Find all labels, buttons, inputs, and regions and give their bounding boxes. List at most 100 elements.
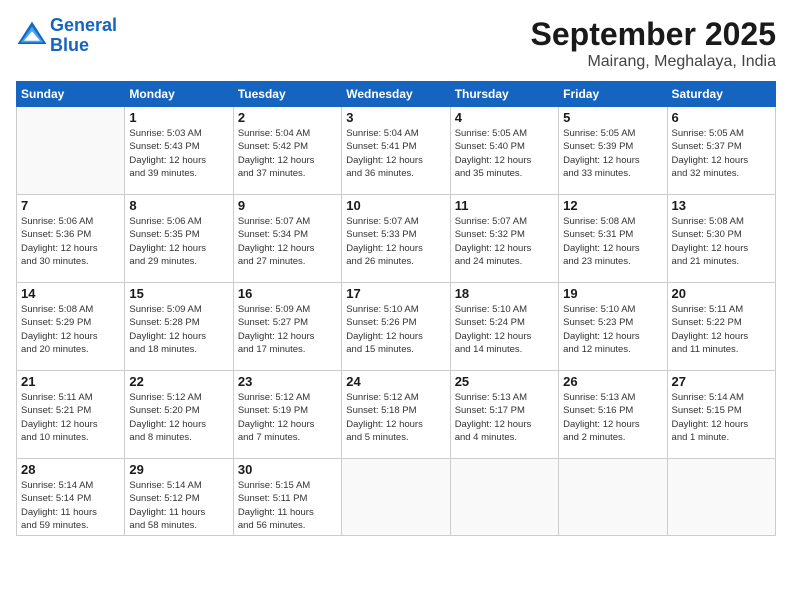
logo-line2: Blue — [50, 35, 89, 55]
day-number: 7 — [21, 198, 120, 213]
month-title: September 2025 — [531, 16, 776, 53]
calendar-week-5: 28 Sunrise: 5:14 AM Sunset: 5:14 PM Dayli… — [17, 459, 776, 536]
calendar-cell: 23Sunrise: 5:12 AM Sunset: 5:19 PM Dayli… — [233, 371, 341, 459]
day-info: Sunrise: 5:11 AM Sunset: 5:22 PM Dayligh… — [672, 303, 771, 356]
weekday-header-friday: Friday — [559, 82, 667, 107]
logo-line1: General — [50, 15, 117, 35]
calendar-table: SundayMondayTuesdayWednesdayThursdayFrid… — [16, 81, 776, 536]
day-number: 11 — [455, 198, 554, 213]
calendar-week-2: 7 Sunrise: 5:06 AM Sunset: 5:36 PM Daylig… — [17, 195, 776, 283]
day-info: Sunrise: 5:10 AM Sunset: 5:24 PM Dayligh… — [455, 303, 554, 356]
day-info: Sunrise: 5:09 AM Sunset: 5:27 PM Dayligh… — [238, 303, 337, 356]
day-number: 24 — [346, 374, 445, 389]
day-info: Sunrise: 5:05 AM Sunset: 5:40 PM Dayligh… — [455, 127, 554, 180]
calendar-body: 1Sunrise: 5:03 AM Sunset: 5:43 PM Daylig… — [17, 107, 776, 536]
calendar-cell: 6 Sunrise: 5:05 AM Sunset: 5:37 PM Daylig… — [667, 107, 775, 195]
calendar-cell: 27Sunrise: 5:14 AM Sunset: 5:15 PM Dayli… — [667, 371, 775, 459]
day-info: Sunrise: 5:12 AM Sunset: 5:20 PM Dayligh… — [129, 391, 228, 444]
weekday-header-thursday: Thursday — [450, 82, 558, 107]
calendar-cell: 17 Sunrise: 5:10 AM Sunset: 5:26 PM Dayli… — [342, 283, 450, 371]
day-info: Sunrise: 5:12 AM Sunset: 5:18 PM Dayligh… — [346, 391, 445, 444]
calendar-cell: 20 Sunrise: 5:11 AM Sunset: 5:22 PM Dayli… — [667, 283, 775, 371]
day-info: Sunrise: 5:04 AM Sunset: 5:42 PM Dayligh… — [238, 127, 337, 180]
day-number: 17 — [346, 286, 445, 301]
calendar-cell: 24 Sunrise: 5:12 AM Sunset: 5:18 PM Dayli… — [342, 371, 450, 459]
day-info: Sunrise: 5:13 AM Sunset: 5:17 PM Dayligh… — [455, 391, 554, 444]
day-number: 5 — [563, 110, 662, 125]
day-number: 12 — [563, 198, 662, 213]
day-info: Sunrise: 5:07 AM Sunset: 5:33 PM Dayligh… — [346, 215, 445, 268]
day-number: 28 — [21, 462, 120, 477]
logo: General Blue — [16, 16, 117, 56]
day-info: Sunrise: 5:10 AM Sunset: 5:23 PM Dayligh… — [563, 303, 662, 356]
calendar-cell: 4 Sunrise: 5:05 AM Sunset: 5:40 PM Daylig… — [450, 107, 558, 195]
day-number: 26 — [563, 374, 662, 389]
day-number: 8 — [129, 198, 228, 213]
day-number: 21 — [21, 374, 120, 389]
day-number: 15 — [129, 286, 228, 301]
day-info: Sunrise: 5:04 AM Sunset: 5:41 PM Dayligh… — [346, 127, 445, 180]
header: General Blue September 2025 Mairang, Meg… — [16, 16, 776, 71]
day-info: Sunrise: 5:05 AM Sunset: 5:37 PM Dayligh… — [672, 127, 771, 180]
day-number: 1 — [129, 110, 228, 125]
day-info: Sunrise: 5:14 AM Sunset: 5:14 PM Dayligh… — [21, 479, 120, 532]
day-info: Sunrise: 5:11 AM Sunset: 5:21 PM Dayligh… — [21, 391, 120, 444]
day-info: Sunrise: 5:10 AM Sunset: 5:26 PM Dayligh… — [346, 303, 445, 356]
calendar-cell: 10 Sunrise: 5:07 AM Sunset: 5:33 PM Dayli… — [342, 195, 450, 283]
day-number: 9 — [238, 198, 337, 213]
day-number: 2 — [238, 110, 337, 125]
day-number: 3 — [346, 110, 445, 125]
day-info: Sunrise: 5:05 AM Sunset: 5:39 PM Dayligh… — [563, 127, 662, 180]
day-info: Sunrise: 5:08 AM Sunset: 5:31 PM Dayligh… — [563, 215, 662, 268]
calendar-cell: 30 Sunrise: 5:15 AM Sunset: 5:11 PM Dayli… — [233, 459, 341, 536]
day-info: Sunrise: 5:14 AM Sunset: 5:15 PM Dayligh… — [672, 391, 771, 444]
day-number: 25 — [455, 374, 554, 389]
calendar-cell: 9 Sunrise: 5:07 AM Sunset: 5:34 PM Daylig… — [233, 195, 341, 283]
calendar-week-3: 14Sunrise: 5:08 AM Sunset: 5:29 PM Dayli… — [17, 283, 776, 371]
weekday-header-row: SundayMondayTuesdayWednesdayThursdayFrid… — [17, 82, 776, 107]
calendar-cell: 13Sunrise: 5:08 AM Sunset: 5:30 PM Dayli… — [667, 195, 775, 283]
calendar-cell: 1Sunrise: 5:03 AM Sunset: 5:43 PM Daylig… — [125, 107, 233, 195]
day-number: 20 — [672, 286, 771, 301]
day-info: Sunrise: 5:06 AM Sunset: 5:35 PM Dayligh… — [129, 215, 228, 268]
calendar-cell: 3 Sunrise: 5:04 AM Sunset: 5:41 PM Daylig… — [342, 107, 450, 195]
day-info: Sunrise: 5:07 AM Sunset: 5:34 PM Dayligh… — [238, 215, 337, 268]
calendar-cell: 14Sunrise: 5:08 AM Sunset: 5:29 PM Dayli… — [17, 283, 125, 371]
title-area: September 2025 Mairang, Meghalaya, India — [531, 16, 776, 71]
day-number: 22 — [129, 374, 228, 389]
calendar-cell: 16Sunrise: 5:09 AM Sunset: 5:27 PM Dayli… — [233, 283, 341, 371]
day-number: 29 — [129, 462, 228, 477]
calendar-cell: 15 Sunrise: 5:09 AM Sunset: 5:28 PM Dayli… — [125, 283, 233, 371]
calendar-cell: 25 Sunrise: 5:13 AM Sunset: 5:17 PM Dayli… — [450, 371, 558, 459]
calendar-cell: 8 Sunrise: 5:06 AM Sunset: 5:35 PM Daylig… — [125, 195, 233, 283]
day-info: Sunrise: 5:15 AM Sunset: 5:11 PM Dayligh… — [238, 479, 337, 532]
day-info: Sunrise: 5:07 AM Sunset: 5:32 PM Dayligh… — [455, 215, 554, 268]
calendar-cell: 18 Sunrise: 5:10 AM Sunset: 5:24 PM Dayli… — [450, 283, 558, 371]
day-number: 30 — [238, 462, 337, 477]
calendar-cell — [559, 459, 667, 536]
day-number: 10 — [346, 198, 445, 213]
calendar-cell — [450, 459, 558, 536]
calendar-week-1: 1Sunrise: 5:03 AM Sunset: 5:43 PM Daylig… — [17, 107, 776, 195]
calendar-cell: 5 Sunrise: 5:05 AM Sunset: 5:39 PM Daylig… — [559, 107, 667, 195]
calendar-cell: 12 Sunrise: 5:08 AM Sunset: 5:31 PM Dayli… — [559, 195, 667, 283]
calendar-cell — [342, 459, 450, 536]
day-info: Sunrise: 5:06 AM Sunset: 5:36 PM Dayligh… — [21, 215, 120, 268]
calendar-cell — [17, 107, 125, 195]
weekday-header-wednesday: Wednesday — [342, 82, 450, 107]
day-number: 18 — [455, 286, 554, 301]
calendar-cell — [667, 459, 775, 536]
day-info: Sunrise: 5:08 AM Sunset: 5:29 PM Dayligh… — [21, 303, 120, 356]
calendar-week-4: 21 Sunrise: 5:11 AM Sunset: 5:21 PM Dayli… — [17, 371, 776, 459]
calendar-cell: 2 Sunrise: 5:04 AM Sunset: 5:42 PM Daylig… — [233, 107, 341, 195]
day-info: Sunrise: 5:09 AM Sunset: 5:28 PM Dayligh… — [129, 303, 228, 356]
weekday-header-sunday: Sunday — [17, 82, 125, 107]
calendar-cell: 21 Sunrise: 5:11 AM Sunset: 5:21 PM Dayli… — [17, 371, 125, 459]
logo-icon — [16, 20, 48, 52]
calendar-cell: 11 Sunrise: 5:07 AM Sunset: 5:32 PM Dayli… — [450, 195, 558, 283]
weekday-header-monday: Monday — [125, 82, 233, 107]
day-number: 4 — [455, 110, 554, 125]
day-number: 6 — [672, 110, 771, 125]
day-number: 19 — [563, 286, 662, 301]
page: General Blue September 2025 Mairang, Meg… — [0, 0, 792, 612]
